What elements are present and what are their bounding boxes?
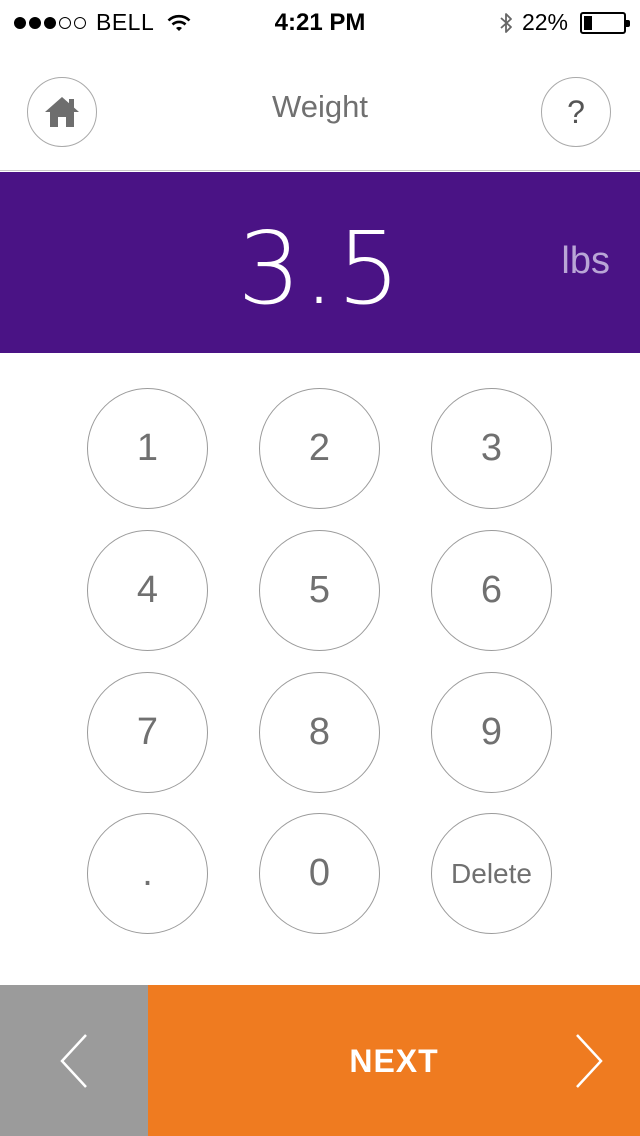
status-bar: BELL 4:21 PM 22% bbox=[0, 0, 640, 46]
battery-percentage: 22% bbox=[521, 9, 568, 35]
status-right: 22% bbox=[498, 9, 630, 36]
chevron-left-icon bbox=[60, 1033, 87, 1088]
next-label: NEXT bbox=[349, 1043, 439, 1079]
weight-value: 3.5 bbox=[237, 210, 403, 327]
key-7[interactable]: 7 bbox=[87, 672, 208, 793]
value-display: 3.5 lbs bbox=[0, 172, 640, 353]
key-9[interactable]: 9 bbox=[431, 672, 552, 793]
bluetooth-icon bbox=[500, 12, 512, 33]
key-6[interactable]: 6 bbox=[431, 530, 552, 651]
delete-button[interactable]: Delete bbox=[431, 813, 552, 934]
back-button[interactable] bbox=[0, 985, 148, 1136]
key-1[interactable]: 1 bbox=[87, 388, 208, 509]
battery-icon bbox=[580, 11, 630, 34]
key-5[interactable]: 5 bbox=[259, 530, 380, 651]
key-4[interactable]: 4 bbox=[87, 530, 208, 651]
key-0[interactable]: 0 bbox=[259, 813, 380, 934]
key-decimal[interactable]: . bbox=[87, 813, 208, 934]
next-button[interactable]: NEXT bbox=[148, 985, 640, 1136]
numeric-keypad: 1 2 3 4 5 6 7 8 9 . 0 Delete bbox=[0, 353, 640, 985]
key-3[interactable]: 3 bbox=[431, 388, 552, 509]
help-button[interactable]: ? bbox=[541, 77, 611, 147]
battery-tip bbox=[626, 19, 630, 27]
weight-unit: lbs bbox=[561, 240, 610, 282]
key-2[interactable]: 2 bbox=[259, 388, 380, 509]
battery-level bbox=[584, 15, 592, 30]
key-8[interactable]: 8 bbox=[259, 672, 380, 793]
bottom-bar: NEXT bbox=[0, 985, 640, 1136]
nav-header: Weight ? bbox=[0, 46, 640, 171]
help-icon: ? bbox=[567, 93, 585, 130]
chevron-right-icon bbox=[576, 1034, 603, 1088]
